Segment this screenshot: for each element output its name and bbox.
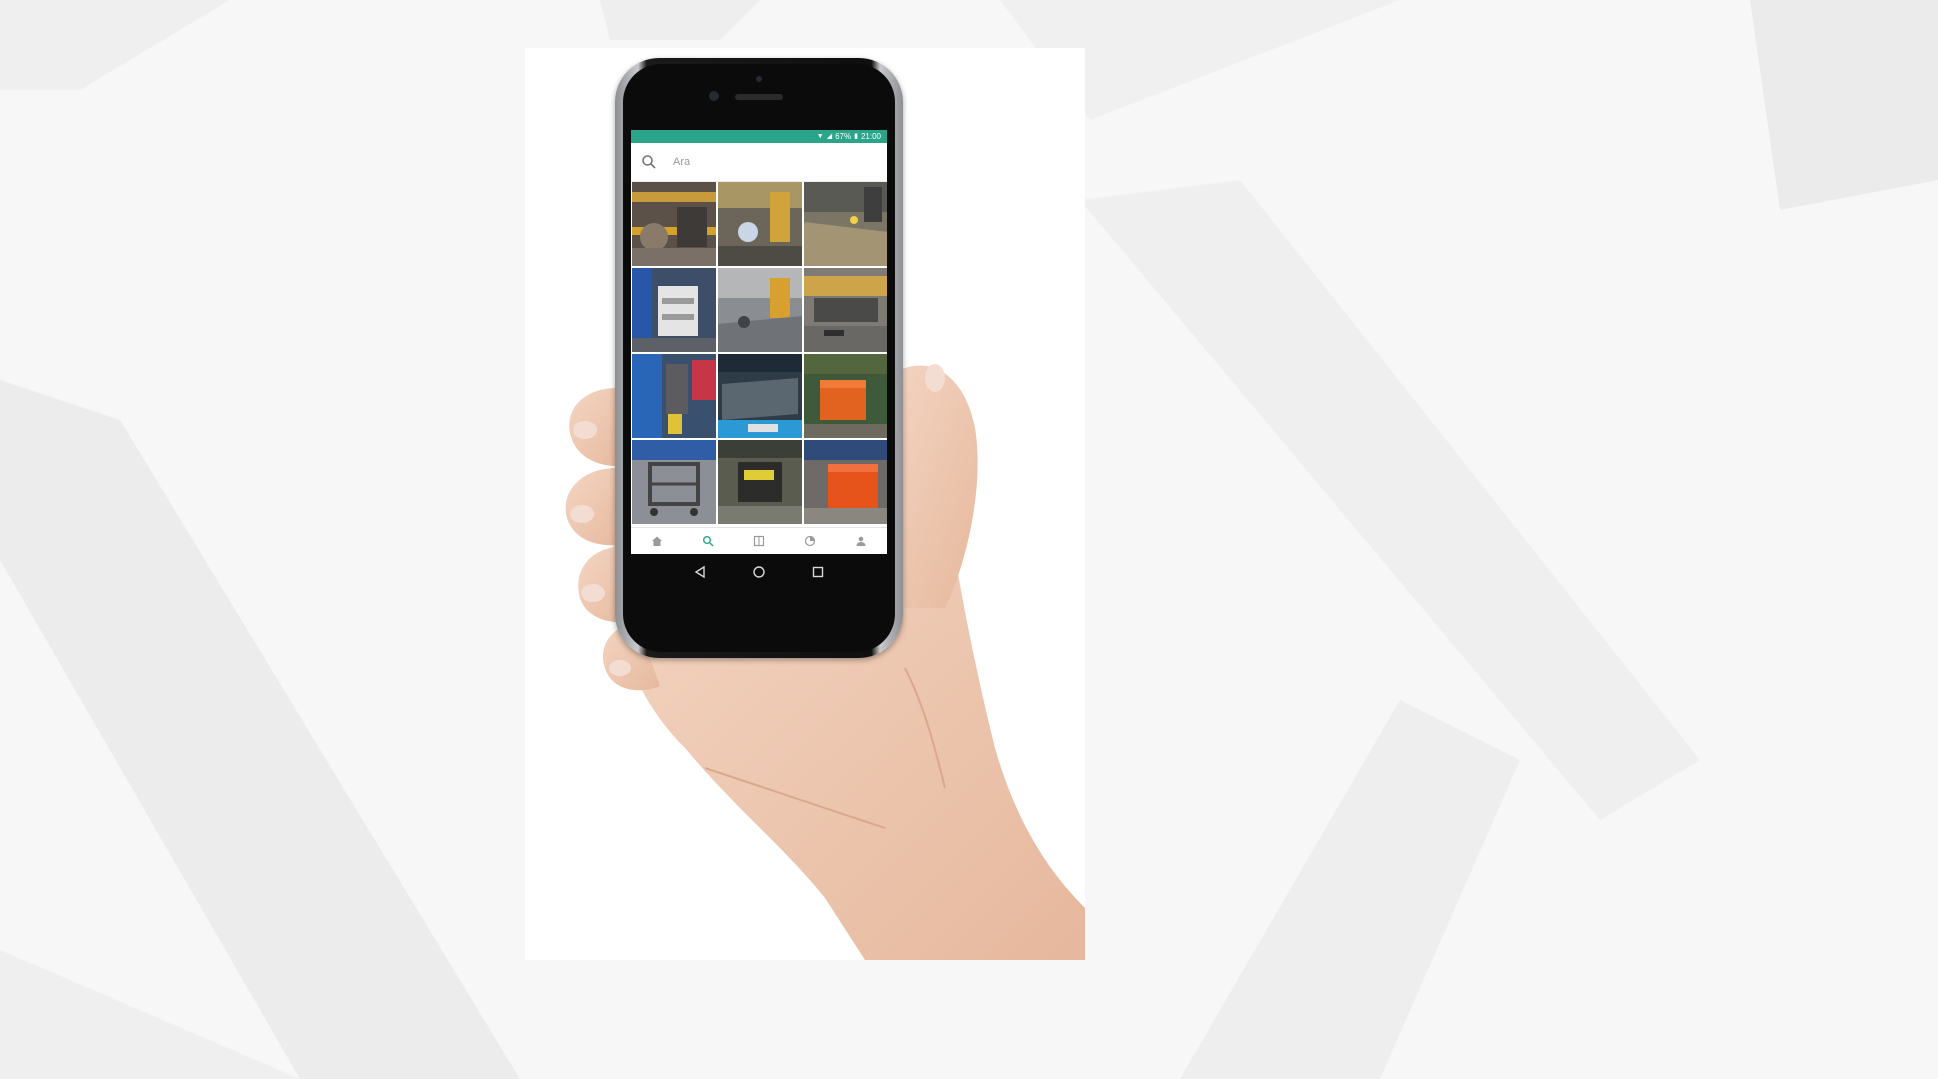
nav-recents-button[interactable] xyxy=(811,565,825,584)
gallery-tile[interactable] xyxy=(718,182,802,266)
metal-sheet-stack-image xyxy=(718,354,802,438)
front-camera xyxy=(709,91,719,101)
product-photo: ▼ ◢ 67% ▮ 21:00 xyxy=(525,48,1085,960)
gallery-tile[interactable] xyxy=(632,354,716,438)
tool-trolley-image xyxy=(718,440,802,524)
gallery-tile[interactable] xyxy=(718,440,802,524)
battery-level: 67% xyxy=(835,132,852,141)
gallery-tile[interactable] xyxy=(718,268,802,352)
search-bar[interactable] xyxy=(631,143,887,182)
signal-icon: ◢ xyxy=(826,133,833,140)
gallery-tile[interactable] xyxy=(804,182,887,266)
tab-grid[interactable] xyxy=(749,531,769,551)
bottom-tab-bar xyxy=(631,527,887,554)
blue-cabinet-cart-image xyxy=(632,268,716,352)
profile-icon xyxy=(856,536,866,546)
metal-cart-image xyxy=(632,440,716,524)
smartphone: ▼ ◢ 67% ▮ 21:00 xyxy=(615,58,903,658)
earpiece-speaker xyxy=(735,94,783,100)
photo-grid xyxy=(631,182,887,524)
grid-icon xyxy=(753,535,765,547)
gallery-tile[interactable] xyxy=(804,440,887,524)
home-circle-icon xyxy=(753,565,765,578)
workshop-machinery-image xyxy=(632,182,716,266)
tab-profile[interactable] xyxy=(851,531,871,551)
gallery-tile[interactable] xyxy=(804,354,887,438)
press-machine-image xyxy=(804,268,887,352)
chart-icon xyxy=(805,535,816,547)
orange-bin-image xyxy=(804,354,887,438)
phone-screen: ▼ ◢ 67% ▮ 21:00 xyxy=(631,130,887,554)
gallery-tile[interactable] xyxy=(804,268,887,352)
orange-container-image xyxy=(804,440,887,524)
gallery-tile[interactable] xyxy=(632,268,716,352)
home-icon xyxy=(651,536,662,546)
tab-home[interactable] xyxy=(647,531,667,551)
proximity-sensor xyxy=(756,76,762,82)
welding-station-image xyxy=(718,182,802,266)
nav-back-button[interactable] xyxy=(693,565,707,584)
status-bar: ▼ ◢ 67% ▮ 21:00 xyxy=(631,130,887,143)
blue-equipment-rack-image xyxy=(632,354,716,438)
battery-icon: ▮ xyxy=(854,133,858,140)
gallery-tile[interactable] xyxy=(718,354,802,438)
search-icon[interactable] xyxy=(641,154,657,170)
nav-home-button[interactable] xyxy=(752,565,766,584)
gallery-tile[interactable] xyxy=(632,182,716,266)
recents-icon xyxy=(812,566,823,577)
storage-area-image xyxy=(718,268,802,352)
tab-search[interactable] xyxy=(698,531,718,551)
back-icon xyxy=(695,565,706,578)
tab-chart[interactable] xyxy=(800,531,820,551)
clock: 21:00 xyxy=(860,132,881,141)
wifi-icon: ▼ xyxy=(816,133,824,140)
gallery-tile[interactable] xyxy=(632,440,716,524)
search-input[interactable] xyxy=(671,155,865,169)
android-nav-bar xyxy=(631,556,887,592)
search-tab-icon xyxy=(702,536,714,547)
factory-floor-image xyxy=(804,182,887,266)
